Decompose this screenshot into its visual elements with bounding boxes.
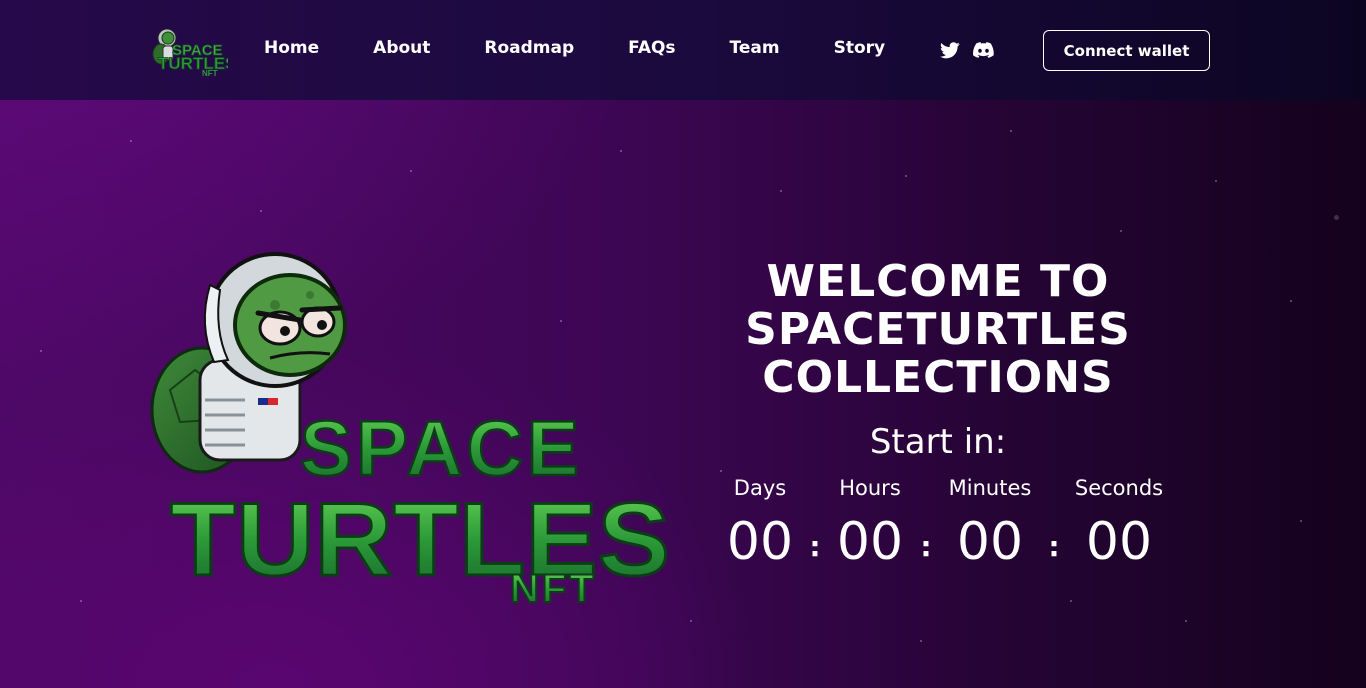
nav-story[interactable]: Story: [834, 38, 886, 58]
space-turtles-hero-logo: SPACE TURTLES NFT: [150, 252, 672, 610]
twitter-link[interactable]: [940, 42, 960, 63]
main-nav: Home About Roadmap FAQs Team Story: [264, 38, 939, 58]
countdown-days-label: Days: [733, 476, 787, 500]
discord-link[interactable]: [973, 42, 994, 62]
welcome-line-1: WELCOME TO: [766, 256, 1110, 307]
nav-faqs[interactable]: FAQs: [628, 38, 675, 58]
countdown-hours-value: 00: [836, 512, 904, 572]
nav-home[interactable]: Home: [264, 38, 319, 58]
start-in-label: Start in:: [869, 422, 1007, 462]
welcome-heading: WELCOME TO SPACETURTLES COLLECTIONS: [700, 258, 1176, 402]
twitter-icon: [940, 42, 960, 59]
site-header: SPACE TURTLES NFT Home About Roadmap FAQ…: [0, 0, 1366, 100]
svg-text:NFT: NFT: [510, 567, 597, 610]
countdown-seconds-value: 00: [1085, 512, 1153, 572]
nav-roadmap[interactable]: Roadmap: [484, 38, 574, 58]
countdown-separator: :: [920, 530, 932, 563]
svg-text:SPACE: SPACE: [300, 404, 583, 492]
countdown-separator: :: [809, 530, 821, 563]
countdown-days-value: 00: [726, 512, 794, 572]
countdown-hours-label: Hours: [839, 476, 901, 500]
welcome-line-3: COLLECTIONS: [762, 352, 1114, 403]
countdown-seconds-label: Seconds: [1074, 476, 1164, 500]
brand-logo[interactable]: SPACE TURTLES NFT: [150, 24, 228, 78]
svg-text:NFT: NFT: [202, 69, 218, 78]
welcome-line-2: SPACETURTLES: [745, 304, 1131, 355]
countdown-minutes-value: 00: [956, 512, 1024, 572]
countdown-minutes-label: Minutes: [948, 476, 1032, 500]
nav-about[interactable]: About: [373, 38, 430, 58]
discord-icon: [973, 42, 994, 58]
nav-team[interactable]: Team: [730, 38, 780, 58]
countdown-separator: :: [1048, 530, 1060, 563]
connect-wallet-button[interactable]: Connect wallet: [1043, 30, 1210, 71]
